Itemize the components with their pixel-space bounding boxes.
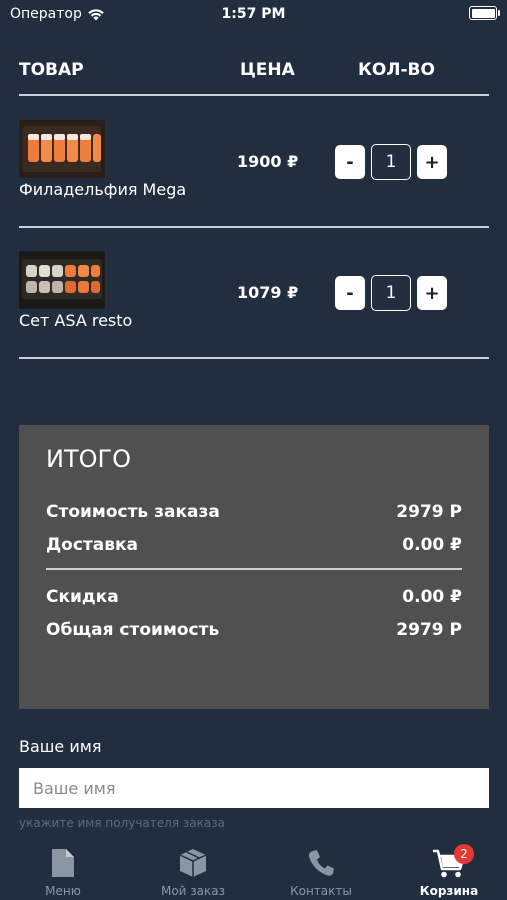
- total-label: Общая стоимость: [46, 620, 220, 640]
- header-quantity: КОЛ-ВО: [358, 60, 435, 80]
- status-time: 1:57 PM: [221, 6, 286, 22]
- decrease-button[interactable]: -: [335, 276, 365, 310]
- delivery-value: 0.00 ₽: [402, 535, 462, 555]
- quantity-value[interactable]: 1: [371, 275, 411, 311]
- product-price: 1079 ₽: [237, 283, 299, 302]
- box-icon: [179, 849, 207, 877]
- cart-item: Филадельфия Mega 1900 ₽ - 1 +: [19, 120, 489, 220]
- status-bar: Оператор 1:57 PM: [0, 0, 507, 28]
- item-divider: [19, 357, 489, 359]
- header-product: ТОВАР: [19, 60, 84, 80]
- tab-contacts-label: Контакты: [290, 884, 352, 898]
- tab-contacts[interactable]: Контакты: [258, 838, 384, 900]
- increase-button[interactable]: +: [417, 276, 447, 310]
- product-name: Сет ASA resto: [19, 311, 133, 330]
- tab-menu-label: Меню: [45, 884, 81, 898]
- cart-count-badge: 2: [454, 844, 474, 864]
- summary-title: ИТОГО: [46, 445, 132, 473]
- item-divider: [19, 226, 489, 228]
- discount-value: 0.00 ₽: [402, 587, 462, 607]
- quantity-stepper: - 1 +: [335, 144, 447, 180]
- quantity-stepper: - 1 +: [335, 275, 447, 311]
- cart-item: Сет ASA resto 1079 ₽ - 1 +: [19, 251, 489, 351]
- product-price: 1900 ₽: [237, 152, 299, 171]
- tab-my-order[interactable]: Мой заказ: [130, 838, 256, 900]
- tab-cart[interactable]: 2 Корзина: [386, 838, 507, 900]
- product-name: Филадельфия Mega: [19, 180, 187, 199]
- order-cost-value: 2979 Р: [396, 502, 462, 522]
- order-cost-label: Стоимость заказа: [46, 502, 220, 522]
- decrease-button[interactable]: -: [335, 145, 365, 179]
- header-divider: [19, 94, 489, 96]
- total-value: 2979 Р: [396, 620, 462, 640]
- header-price: ЦЕНА: [240, 60, 295, 80]
- battery-icon: [469, 6, 500, 20]
- quantity-value[interactable]: 1: [371, 144, 411, 180]
- phone-icon: [308, 850, 334, 876]
- increase-button[interactable]: +: [417, 145, 447, 179]
- name-field-label: Ваше имя: [19, 737, 102, 756]
- delivery-label: Доставка: [46, 535, 138, 555]
- name-input[interactable]: [19, 768, 489, 808]
- tab-bar: Меню Мой заказ Контакты 2 Корзина: [0, 838, 507, 900]
- discount-label: Скидка: [46, 587, 119, 607]
- order-summary: ИТОГО Стоимость заказа 2979 Р Доставка 0…: [19, 425, 489, 709]
- summary-divider: [46, 568, 462, 570]
- tab-menu[interactable]: Меню: [0, 838, 126, 900]
- product-image[interactable]: [19, 251, 105, 309]
- document-icon: [52, 849, 74, 877]
- tab-my-order-label: Мой заказ: [160, 884, 226, 898]
- name-field-hint: укажите имя получателя заказа: [19, 816, 225, 830]
- cart-table-header: ТОВАР ЦЕНА КОЛ-ВО: [19, 60, 489, 94]
- tab-cart-label: Корзина: [419, 884, 479, 898]
- product-image[interactable]: [19, 120, 105, 178]
